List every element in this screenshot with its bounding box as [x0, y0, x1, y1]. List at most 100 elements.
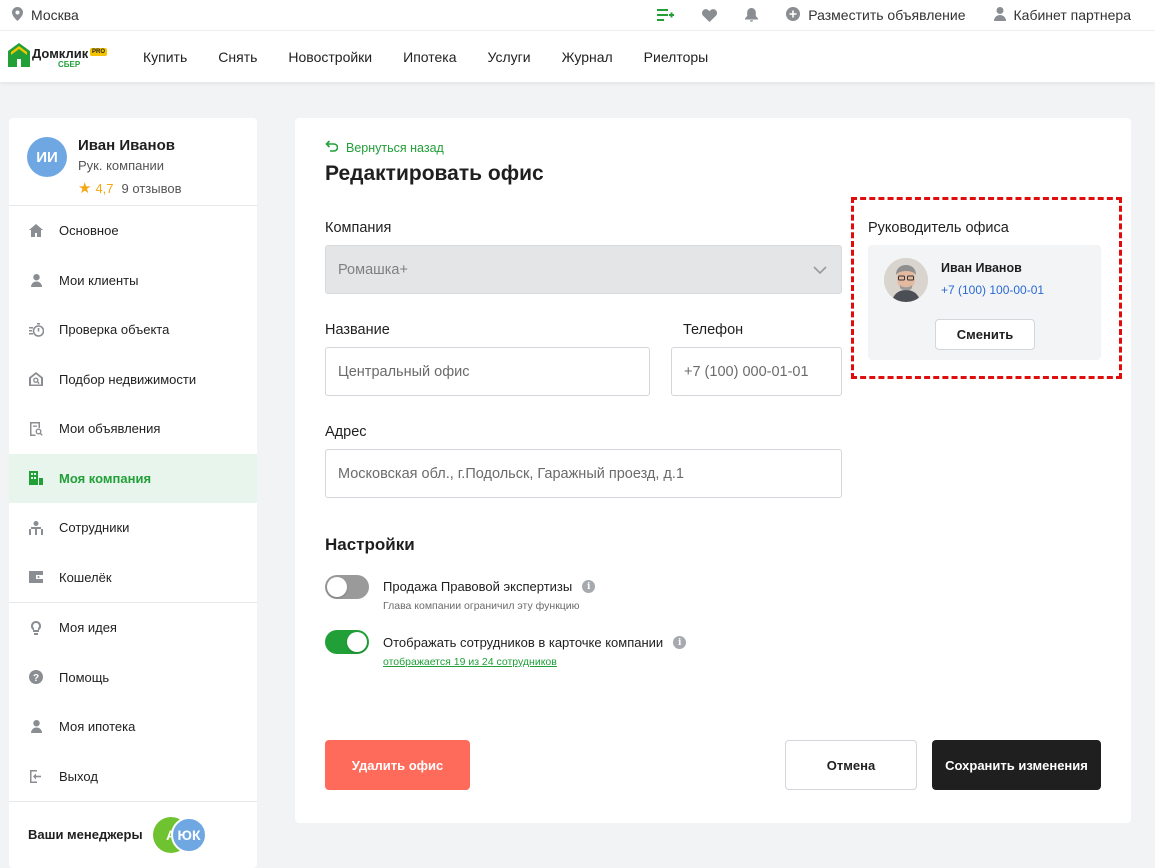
city-selector[interactable]: Москва [12, 6, 79, 24]
plus-circle-icon [786, 6, 801, 24]
name-field[interactable]: Центральный офис [325, 347, 650, 396]
top-bar: Москва Разместить объявление Кабинет пар… [0, 0, 1155, 30]
document-search-icon [28, 421, 44, 437]
user-icon [993, 6, 1006, 24]
address-label: Адрес [325, 424, 367, 440]
avatar[interactable]: ИИ [27, 137, 67, 177]
office-head-card: Иван Иванов +7 (100) 100-00-01 Сменить [868, 245, 1101, 360]
nav-item-buy[interactable]: Купить [143, 49, 187, 65]
building-icon [28, 470, 44, 486]
sidebar-item-label: Моя идея [59, 620, 117, 636]
address-field[interactable]: Московская обл., г.Подольск, Гаражный пр… [325, 449, 842, 498]
reviews-count: 9 отзывов [121, 180, 182, 196]
back-link[interactable]: Вернуться назад [325, 140, 444, 156]
compare-list-icon[interactable] [657, 8, 675, 22]
sidebar-item-my-mortgage[interactable]: Моя ипотека [9, 702, 257, 752]
logout-icon [28, 768, 44, 784]
sidebar-item-my-idea[interactable]: Моя идея [9, 603, 257, 653]
change-head-button[interactable]: Сменить [935, 319, 1035, 350]
sidebar-item-label: Выход [59, 768, 98, 784]
info-icon[interactable]: i [582, 580, 596, 593]
bell-icon[interactable] [745, 8, 759, 22]
staff-count-link[interactable]: отображается 19 из 24 сотрудников [383, 656, 557, 668]
name-field-value: Центральный офис [338, 363, 470, 380]
sidebar-item-clients[interactable]: Мои клиенты [9, 256, 257, 306]
head-phone[interactable]: +7 (100) 100-00-01 [941, 283, 1044, 297]
person-icon [28, 272, 44, 288]
nav-item-rent[interactable]: Снять [218, 49, 257, 65]
sidebar-item-property-search[interactable]: Подбор недвижимости [9, 355, 257, 405]
company-select-value: Ромашка+ [338, 261, 408, 278]
domclick-logo[interactable]: Домклик PRO СБЕР [8, 43, 108, 71]
setting-title: Продажа Правовой экспертизы [383, 579, 573, 594]
delete-office-button[interactable]: Удалить офис [325, 740, 470, 790]
page-title: Редактировать офис [325, 162, 544, 185]
svg-text:?: ? [33, 673, 39, 684]
wallet-icon [28, 569, 44, 585]
sidebar-item-label: Помощь [59, 669, 110, 685]
phone-field[interactable]: +7 (100) 000-01-01 [671, 347, 842, 396]
sidebar-item-label: Мои клиенты [59, 272, 139, 288]
office-head-label: Руководитель офиса [868, 220, 1009, 236]
person-icon [28, 719, 44, 735]
profile-rating[interactable]: ★ 4,7 9 отзывов [78, 179, 181, 197]
nav-item-realtors[interactable]: Риелторы [644, 49, 709, 65]
sidebar-item-logout[interactable]: Выход [9, 752, 257, 802]
phone-label: Телефон [683, 322, 744, 338]
house-search-icon [28, 371, 44, 387]
main-nav: Домклик PRO СБЕР Купить Снять Новостройк… [0, 30, 1155, 82]
phone-field-value: +7 (100) 000-01-01 [684, 363, 809, 380]
nav-item-mortgage[interactable]: Ипотека [403, 49, 456, 65]
heart-icon[interactable] [702, 8, 718, 22]
setting-subtitle: Глава компании ограничил эту функцию [383, 600, 580, 612]
lightbulb-icon [28, 620, 44, 636]
edit-office-card: Вернуться назад Редактировать офис Компа… [295, 118, 1131, 823]
show-staff-toggle[interactable] [325, 630, 369, 654]
nav-item-services[interactable]: Услуги [488, 49, 531, 65]
head-avatar [884, 258, 928, 302]
star-icon: ★ [78, 180, 92, 197]
sidebar-item-wallet[interactable]: Кошелёк [9, 553, 257, 603]
toggle-knob [347, 632, 367, 652]
back-label: Вернуться назад [346, 141, 444, 155]
sidebar: ИИ Иван Иванов Рук. компании ★ 4,7 9 отз… [9, 118, 257, 868]
sidebar-item-label: Кошелёк [59, 569, 112, 585]
sidebar-item-staff[interactable]: Сотрудники [9, 503, 257, 553]
profile-name: Иван Иванов [78, 137, 175, 154]
sidebar-item-main[interactable]: Основное [9, 206, 257, 256]
managers-block: Ваши менеджеры А ЮК [9, 802, 257, 866]
company-label: Компания [325, 220, 392, 236]
save-changes-button[interactable]: Сохранить изменения [932, 740, 1101, 790]
nav-item-new-buildings[interactable]: Новостройки [288, 49, 372, 65]
location-pin-icon [12, 6, 23, 24]
staff-icon [28, 520, 44, 536]
settings-title: Настройки [325, 535, 415, 554]
logo-pro-badge: PRO [90, 48, 108, 56]
nav-item-journal[interactable]: Журнал [562, 49, 613, 65]
legal-expertise-toggle[interactable] [325, 575, 369, 599]
manager-avatar[interactable]: ЮК [171, 817, 207, 853]
sidebar-item-label: Основное [59, 223, 119, 239]
nav-menu: Купить Снять Новостройки Ипотека Услуги … [143, 31, 708, 83]
profile-block: ИИ Иван Иванов Рук. компании ★ 4,7 9 отз… [9, 118, 257, 206]
head-name: Иван Иванов [941, 261, 1022, 275]
cancel-button[interactable]: Отмена [785, 740, 917, 790]
company-select[interactable]: Ромашка+ [325, 245, 842, 294]
post-ad-label: Разместить объявление [808, 7, 966, 23]
help-icon: ? [28, 669, 44, 685]
logo-sber: СБЕР [58, 60, 81, 69]
rating-value: 4,7 [95, 180, 114, 196]
partner-cabinet-button[interactable]: Кабинет партнера [993, 6, 1131, 24]
city-label: Москва [31, 7, 79, 23]
setting-show-staff: Отображать сотрудников в карточке компан… [383, 635, 687, 650]
stopwatch-icon [28, 322, 44, 338]
sidebar-item-my-ads[interactable]: Мои объявления [9, 404, 257, 454]
sidebar-item-help[interactable]: ? Помощь [9, 653, 257, 703]
sidebar-item-object-check[interactable]: Проверка объекта [9, 305, 257, 355]
toggle-knob [327, 577, 347, 597]
sidebar-item-my-company[interactable]: Моя компания [9, 453, 257, 503]
setting-title: Отображать сотрудников в карточке компан… [383, 635, 664, 650]
info-icon[interactable]: i [673, 636, 687, 649]
post-ad-button[interactable]: Разместить объявление [786, 6, 966, 24]
profile-role: Рук. компании [78, 158, 165, 173]
